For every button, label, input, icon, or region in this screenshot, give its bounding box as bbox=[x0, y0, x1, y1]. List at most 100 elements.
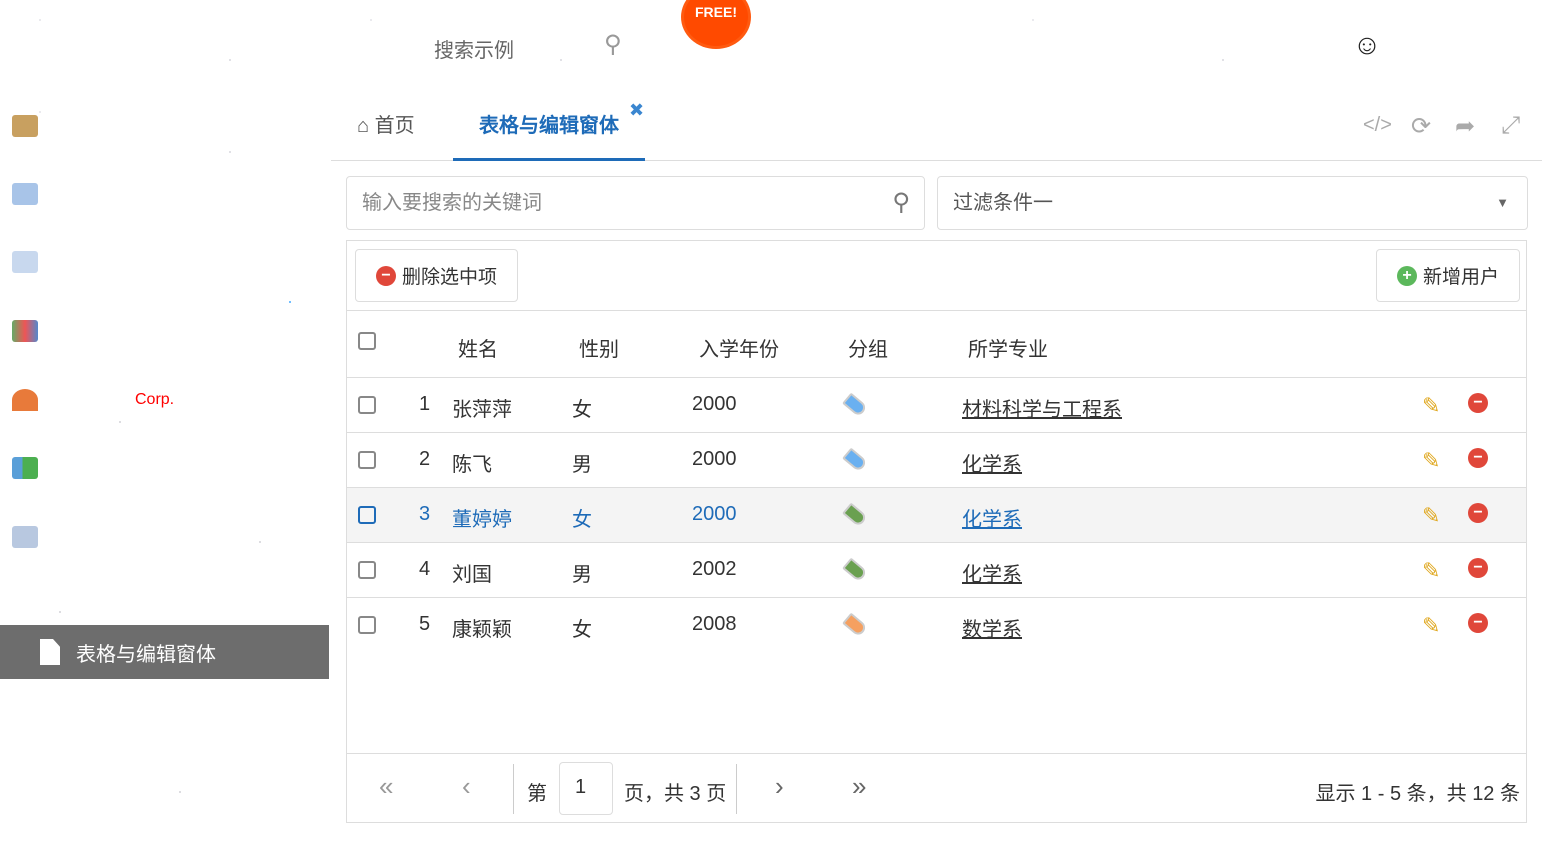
user-menu[interactable]: ☺ 三生石上 ▼ bbox=[1336, 14, 1520, 76]
refresh-icon[interactable]: ⟳ bbox=[1411, 112, 1431, 141]
nav-label: 移动示例 bbox=[1013, 54, 1085, 74]
sidebar-subitem[interactable]: 子窗口向父窗口传值 bbox=[0, 733, 329, 787]
cell-major-link[interactable]: 化学系 bbox=[962, 503, 1022, 532]
sidebar-subitem[interactable]: 弹出窗体（本页面或… bbox=[0, 571, 329, 625]
close-icon[interactable]: ✖ bbox=[629, 100, 644, 121]
pencil-icon[interactable]: ✎ bbox=[1422, 503, 1440, 529]
first-page-icon[interactable]: « bbox=[379, 771, 393, 802]
column-header[interactable]: 姓名 bbox=[458, 333, 498, 362]
table-row[interactable]: 1 张萍萍 女 2000 材料科学与工程系 ✎ − bbox=[347, 377, 1526, 432]
pencil-icon[interactable]: ✎ bbox=[1422, 613, 1440, 639]
tag-icon bbox=[842, 392, 868, 418]
delete-icon[interactable]: − bbox=[1468, 613, 1488, 633]
chevron-right-icon: ▶ bbox=[302, 253, 313, 270]
share-icon[interactable]: ➦ bbox=[1455, 112, 1475, 141]
sidebar-item-mobile[interactable]: 移动控件 Corp. ▶ bbox=[0, 366, 331, 434]
delete-icon[interactable]: − bbox=[1468, 503, 1488, 523]
nav-themes[interactable]: 🏛 主题仓库 bbox=[1228, 12, 1300, 76]
spinner-icon: ⁘ bbox=[1145, 15, 1169, 46]
cell-major-link[interactable]: 化学系 bbox=[962, 448, 1022, 477]
cell-major-link[interactable]: 化学系 bbox=[962, 558, 1022, 587]
table-row[interactable]: 2 陈飞 男 2000 化学系 ✎ − bbox=[347, 432, 1526, 487]
sidebar-label: 移动控件 bbox=[49, 391, 129, 414]
logo[interactable]: ⌂ FineUIMvc在线示例 bbox=[14, 24, 375, 76]
add-user-button[interactable]: + 新增用户 bbox=[1375, 249, 1520, 302]
antenna-icon bbox=[12, 389, 38, 411]
subitem-label: 表格与编辑窗体 bbox=[76, 643, 216, 666]
blocks-icon bbox=[12, 320, 38, 342]
house-icon bbox=[12, 115, 38, 137]
caret-down-icon: ▼ bbox=[1506, 37, 1520, 53]
select-all-checkbox[interactable] bbox=[358, 332, 376, 350]
pencil-icon[interactable]: ✎ bbox=[1422, 558, 1440, 584]
delete-icon[interactable]: − bbox=[1468, 448, 1488, 468]
bank-icon: 🏛 bbox=[1246, 15, 1282, 46]
subitem-label: 弹出窗体（本页面或… bbox=[76, 589, 276, 612]
pencil-icon[interactable]: ✎ bbox=[1422, 448, 1440, 474]
cell-major-link[interactable]: 材料科学与工程系 bbox=[962, 393, 1122, 422]
last-page-icon[interactable]: » bbox=[852, 771, 866, 802]
cell-major-link[interactable]: 数学系 bbox=[962, 613, 1022, 642]
cell-year: 2008 bbox=[692, 613, 737, 635]
chevron-down-icon: ▼ bbox=[299, 529, 313, 545]
sidebar-item-grid[interactable]: 表格控件 ▶ bbox=[0, 228, 331, 296]
sidebar-item-basic[interactable]: 基本用法 ▶ bbox=[0, 92, 331, 160]
next-page-icon[interactable]: › bbox=[775, 771, 784, 802]
delete-selected-button[interactable]: − 删除选中项 bbox=[355, 249, 519, 302]
nav-label: 主题仓库 bbox=[1228, 54, 1300, 74]
avatar: ☺ bbox=[1336, 14, 1398, 76]
delete-icon[interactable]: − bbox=[1468, 558, 1488, 578]
tab-home[interactable]: ⌂ 首页 bbox=[357, 92, 415, 161]
nav-basic[interactable]: ⤓ 基础版（免费） bbox=[726, 12, 852, 76]
delete-icon[interactable]: − bbox=[1468, 393, 1488, 413]
sidebar-subitem-selected[interactable]: 表格与编辑窗体 bbox=[0, 625, 329, 679]
pager: « ‹ 第 1 页，共 3 页 › » 显示 1 - 5 条，共 12 条 bbox=[347, 753, 1526, 823]
table-icon bbox=[12, 251, 38, 273]
table-row[interactable]: 3 董婷婷 女 2000 化学系 ✎ − bbox=[347, 487, 1526, 542]
row-checkbox[interactable] bbox=[358, 396, 376, 414]
search-icon[interactable]: ⚲ bbox=[604, 30, 622, 59]
sidebar-item-iframe[interactable]: 内联框架 ▼ bbox=[0, 503, 331, 571]
keyword-search-input[interactable]: 输入要搜索的关键词 ⚲ bbox=[346, 176, 925, 230]
sidebar-label: 表单控件 bbox=[49, 185, 129, 208]
row-checkbox[interactable] bbox=[358, 451, 376, 469]
column-header[interactable]: 分组 bbox=[848, 333, 888, 362]
cell-gender: 男 bbox=[572, 564, 592, 586]
expand-icon[interactable]: ⤢ bbox=[1501, 112, 1520, 140]
home-icon: ⌂ bbox=[14, 30, 35, 69]
row-checkbox[interactable] bbox=[358, 616, 376, 634]
page-input[interactable]: 1 bbox=[559, 762, 613, 815]
sidebar-item-form[interactable]: 表单控件 ▶ bbox=[0, 160, 331, 228]
row-number: 1 bbox=[419, 393, 431, 415]
nav-mobile[interactable]: ▯ 移动示例 bbox=[1013, 12, 1085, 76]
tab-label: 表格与编辑窗体 bbox=[479, 115, 619, 137]
cell-gender: 男 bbox=[572, 454, 592, 476]
header-search-input[interactable]: 搜索示例 bbox=[434, 34, 514, 63]
row-number: 5 bbox=[419, 613, 431, 635]
cell-gender: 女 bbox=[572, 509, 592, 531]
nav-loading[interactable]: ⁘ 加载动画 bbox=[1121, 12, 1193, 76]
sidebar-subitem[interactable]: 表格与编辑窗体（不… bbox=[0, 679, 329, 733]
column-header[interactable]: 性别 bbox=[579, 333, 619, 362]
sidebar-label: 页面布局 bbox=[49, 459, 129, 482]
search-icon[interactable]: ⚲ bbox=[892, 177, 910, 229]
document-icon bbox=[40, 585, 60, 611]
sidebar-item-layout[interactable]: 页面布局 ▶ bbox=[0, 434, 331, 502]
filter-select[interactable]: 过滤条件一 ▼ bbox=[937, 176, 1528, 230]
cell-name: 张萍萍 bbox=[452, 399, 512, 421]
prev-page-icon[interactable]: ‹ bbox=[462, 771, 471, 802]
sidebar-subitem[interactable]: 子窗口向父窗口传值… bbox=[0, 787, 329, 841]
row-checkbox[interactable] bbox=[358, 506, 376, 524]
cell-name: 刘国 bbox=[452, 564, 492, 586]
source-code-icon[interactable]: </> bbox=[1363, 114, 1392, 137]
nav-enterprise[interactable]: ✉ 企业版试用 bbox=[888, 12, 978, 76]
column-header[interactable]: 所学专业 bbox=[968, 333, 1048, 362]
row-checkbox[interactable] bbox=[358, 561, 376, 579]
table-row[interactable]: 4 刘国 男 2002 化学系 ✎ − bbox=[347, 542, 1526, 597]
table-row[interactable]: 5 康颖颖 女 2008 数学系 ✎ − bbox=[347, 597, 1526, 652]
tab-grid-edit[interactable]: 表格与编辑窗体 bbox=[453, 92, 645, 161]
main-content: ⌂ 首页 表格与编辑窗体 ✖ </> ⟳ ➦ ⤢ 输入要搜索的关键词 ⚲ 过滤条件… bbox=[331, 92, 1542, 835]
sidebar-item-more[interactable]: 更多控件 ▶ bbox=[0, 297, 331, 365]
column-header[interactable]: 入学年份 bbox=[699, 333, 779, 362]
pencil-icon[interactable]: ✎ bbox=[1422, 393, 1440, 419]
